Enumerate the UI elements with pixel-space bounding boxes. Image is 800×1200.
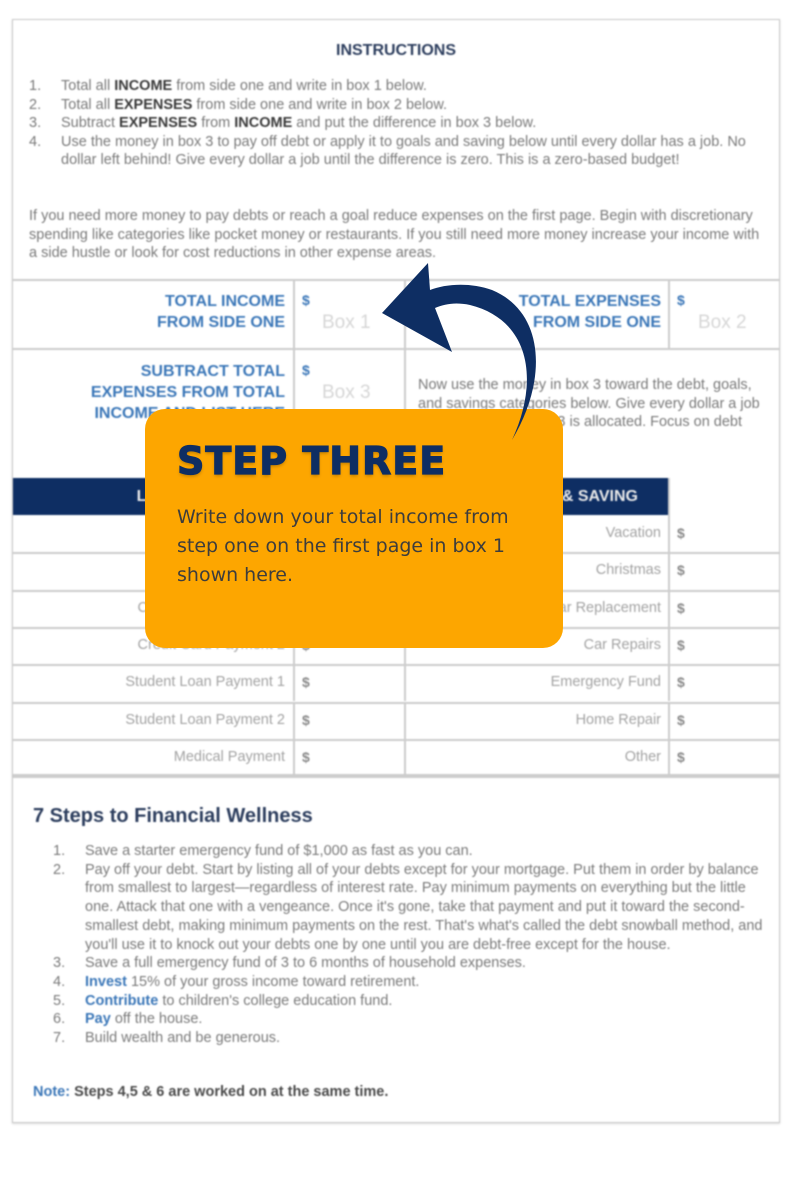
steps-title: 7 Steps to Financial Wellness <box>33 805 313 827</box>
divider <box>293 738 295 777</box>
goal-amount-field[interactable]: $ <box>677 562 685 578</box>
debt-amount-field[interactable]: $ <box>302 749 310 765</box>
divider <box>13 738 779 741</box>
step-item: 5. Contribute to children's college educa… <box>53 992 393 1009</box>
dollar-sign: $ <box>302 292 310 308</box>
instruction-item: 1. Total all INCOME from side one and wri… <box>29 78 427 94</box>
goal-label: Vacation <box>605 525 661 541</box>
debt-label: Medical Payment <box>173 748 285 765</box>
divider <box>293 701 295 739</box>
dollar-sign: $ <box>302 362 310 378</box>
instruction-item: 4. Use the money in box 3 to pay off debt… <box>29 133 746 169</box>
instructions-paragraph: If you need more money to pay debts or r… <box>29 208 760 261</box>
divider <box>668 279 670 348</box>
divider <box>668 701 670 739</box>
callout-body: Write down your total income from step o… <box>177 506 509 586</box>
divider <box>668 664 670 702</box>
goal-label: Emergency Fund <box>550 674 661 691</box>
goal-amount-field[interactable]: $ <box>677 674 685 690</box>
debt-amount-field[interactable]: $ <box>302 712 310 728</box>
goal-label: Other <box>624 748 661 765</box>
divider <box>13 279 779 281</box>
goal-amount-field[interactable]: $ <box>677 600 685 616</box>
divider <box>668 589 670 627</box>
instructions-list: 1. Total all INCOME from side one and wri… <box>29 77 749 170</box>
goal-label: Car Repairs <box>583 636 661 653</box>
goal-amount-field[interactable]: $ <box>677 749 685 765</box>
divider <box>293 664 295 702</box>
box3-field[interactable]: Box 3 <box>322 382 371 404</box>
goal-label: Christmas <box>595 562 661 579</box>
debt-amount-field[interactable]: $ <box>302 674 310 690</box>
goal-label: Car Replacement <box>548 599 661 616</box>
box2-field[interactable]: Box 2 <box>698 312 747 334</box>
goal-amount-field[interactable]: $ <box>677 525 685 541</box>
divider <box>668 478 670 515</box>
divider <box>404 738 406 777</box>
total-expenses-label: TOTAL EXPENSES FROM SIDE ONE <box>518 293 661 331</box>
divider <box>404 701 406 739</box>
step-item: 3. Save a full emergency fund of 3 to 6 m… <box>53 955 526 972</box>
divider <box>404 664 406 702</box>
divider <box>13 348 779 350</box>
divider <box>13 774 779 776</box>
dollar-sign: $ <box>677 292 685 308</box>
step-item: 6. Pay off the house. <box>53 1011 203 1028</box>
divider <box>668 626 670 665</box>
goal-amount-field[interactable]: $ <box>677 712 685 728</box>
step-item: 4. Invest 15% of your gross income toward… <box>53 973 420 990</box>
divider <box>13 776 779 779</box>
step-three-callout: STEP THREE Write down your total income … <box>145 409 563 648</box>
step-item: 7. Build wealth and be generous. <box>53 1030 281 1047</box>
debt-label: Student Loan Payment 2 <box>125 711 285 728</box>
box1-field[interactable]: Box 1 <box>322 312 371 334</box>
debt-label: Student Loan Payment 1 <box>125 674 285 691</box>
instructions-title: INSTRUCTIONS <box>336 42 456 59</box>
divider <box>13 664 779 667</box>
goal-amount-field[interactable]: $ <box>677 637 685 653</box>
step-item: 2. Pay off your debt. Start by listing al… <box>53 861 763 953</box>
divider <box>668 515 670 553</box>
instruction-item: 3. Subtract EXPENSES from INCOME and put … <box>29 115 537 131</box>
divider <box>668 738 670 777</box>
instruction-item: 2. Total all EXPENSES from side one and w… <box>29 96 448 113</box>
steps-list: 1. Save a starter emergency fund of $1,00… <box>53 842 773 1048</box>
steps-note: Note: Steps 4,5 & 6 are worked on at the… <box>33 1084 389 1100</box>
divider <box>13 701 779 704</box>
step-item: 1. Save a starter emergency fund of $1,00… <box>53 843 473 859</box>
goal-label: Home Repair <box>575 711 661 728</box>
total-income-label: TOTAL INCOME FROM SIDE ONE <box>156 293 285 331</box>
callout-title: STEP THREE <box>176 438 447 483</box>
divider <box>668 552 670 590</box>
